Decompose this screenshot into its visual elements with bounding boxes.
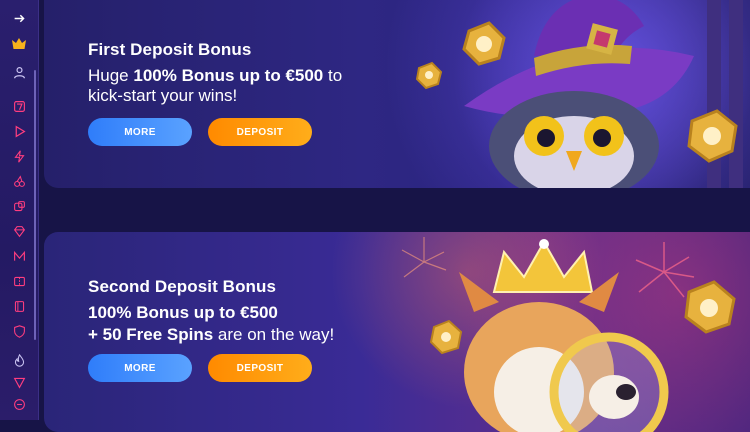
corgi-king-illustration: [401, 237, 736, 432]
sidebar-scrollbar[interactable]: [34, 70, 36, 340]
desc-highlight: 100% Bonus up to €500: [88, 303, 278, 322]
card-description: Huge 100% Bonus up to €500 to kick-start…: [88, 66, 342, 106]
more-button[interactable]: MORE: [88, 354, 192, 382]
chat-icon[interactable]: [9, 394, 29, 414]
first-deposit-bonus-card: First Deposit Bonus Huge 100% Bonus up t…: [44, 0, 750, 188]
m-logo-icon[interactable]: [9, 246, 29, 266]
crown-icon[interactable]: [9, 34, 29, 54]
deposit-button[interactable]: DEPOSIT: [208, 118, 312, 146]
deposit-button[interactable]: DEPOSIT: [208, 354, 312, 382]
desc-text: Huge: [88, 66, 134, 85]
triangle-down-icon[interactable]: [9, 372, 29, 392]
desc-text: to: [323, 66, 343, 85]
owl-wizard-illustration: [415, 0, 750, 188]
flame-icon[interactable]: [9, 350, 29, 370]
ticket-icon[interactable]: [9, 271, 29, 291]
card-title: Second Deposit Bonus: [88, 277, 277, 296]
book-icon[interactable]: [9, 296, 29, 316]
desc-highlight: 100% Bonus up to €500: [133, 66, 324, 85]
card-title: First Deposit Bonus: [88, 40, 252, 59]
desc-text: kick-start your wins!: [88, 86, 238, 105]
play-icon[interactable]: [9, 121, 29, 141]
more-button[interactable]: MORE: [88, 118, 192, 146]
diamond-icon[interactable]: [9, 221, 29, 241]
lightning-icon[interactable]: [9, 146, 29, 166]
cherry-icon[interactable]: [9, 171, 29, 191]
shield-icon[interactable]: [9, 321, 29, 341]
arrow-right-icon[interactable]: [9, 8, 29, 28]
desc-highlight: + 50 Free Spins: [88, 325, 214, 344]
desc-text: are on the way!: [213, 325, 335, 344]
slot-seven-icon[interactable]: [9, 96, 29, 116]
sidebar: [0, 0, 39, 420]
card-description: 100% Bonus up to €500 + 50 Free Spins ar…: [88, 302, 334, 346]
dice-icon[interactable]: [9, 196, 29, 216]
user-icon[interactable]: [9, 62, 29, 82]
second-deposit-bonus-card: Second Deposit Bonus 100% Bonus up to €5…: [44, 232, 750, 432]
